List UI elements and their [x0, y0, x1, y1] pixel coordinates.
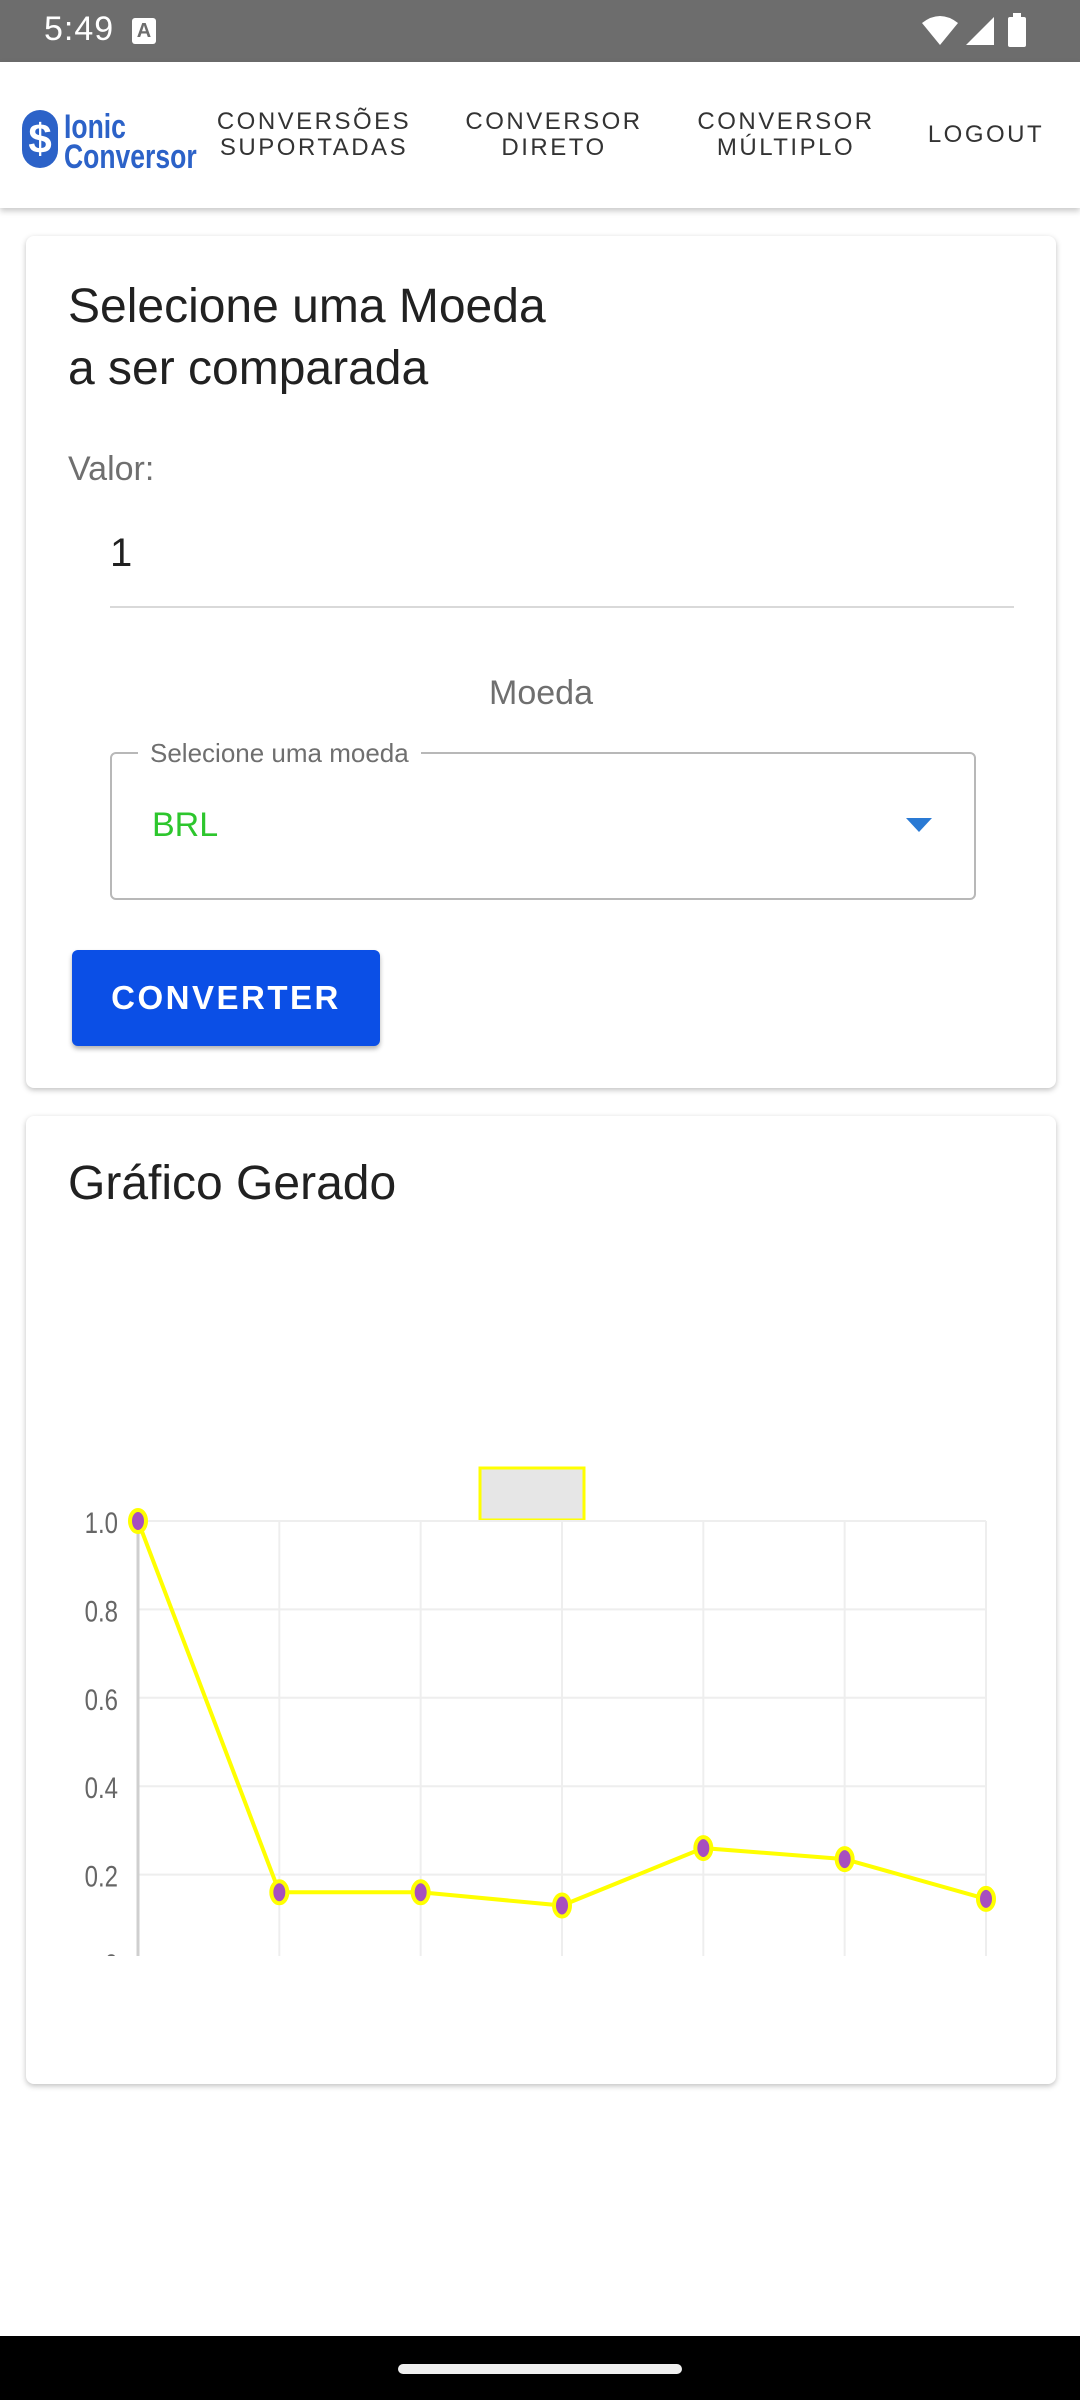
data-point-usd	[269, 1879, 290, 1906]
dollar-icon: $	[22, 110, 58, 168]
currency-form-card: Selecione uma Moeda a ser comparada Valo…	[26, 236, 1056, 1088]
legend-swatch	[478, 1466, 586, 1522]
status-time: 5:49	[44, 10, 115, 48]
data-point-cad	[834, 1846, 855, 1873]
data-point-aud	[693, 1835, 714, 1862]
data-point-chf	[976, 1885, 996, 1912]
line-chart: 00.20.40.60.81.0BRLUSDEURGBPAUDCADCHFVal…	[85, 1466, 996, 1956]
nav-logout[interactable]: LOGOUT	[912, 62, 1060, 208]
nav-conversor-multiplo[interactable]: CONVERSOR MÚLTIPLO	[680, 62, 892, 208]
logo-text-line2: Conversor	[64, 138, 197, 176]
system-navigation-bar	[0, 2336, 1080, 2400]
y-tick-label: 1.0	[85, 1505, 118, 1539]
valor-label: Valor:	[68, 450, 155, 488]
data-point-gbp	[552, 1892, 572, 1919]
signal-icon	[966, 17, 994, 45]
nav-conversoes-suportadas[interactable]: CONVERSÕES SUPORTADAS	[204, 62, 424, 208]
y-tick-label: 0.4	[85, 1771, 118, 1805]
y-tick-label: 0.2	[85, 1859, 118, 1893]
y-tick-label: 0	[105, 1947, 118, 1956]
select-value: BRL	[152, 806, 219, 844]
select-label: Selecione uma moeda	[138, 738, 421, 769]
y-tick-label: 0.6	[85, 1682, 118, 1716]
y-tick-label: 0.8	[85, 1594, 118, 1628]
wifi-icon	[922, 16, 958, 45]
moeda-label: Moeda	[489, 674, 593, 712]
form-title: Selecione uma Moeda a ser comparada	[68, 280, 546, 395]
system-icons	[920, 13, 1040, 49]
currency-select[interactable]: Selecione uma moeda BRL	[110, 738, 976, 900]
data-point-brl	[128, 1508, 148, 1534]
data-point-eur	[410, 1879, 431, 1906]
home-gesture-pill[interactable]	[398, 2364, 682, 2374]
dropdown-arrow-icon	[906, 818, 932, 832]
app-logo[interactable]: $ Ionic Conversor	[22, 104, 197, 176]
valor-input[interactable]: 1	[110, 526, 1014, 608]
notification-a-icon: A	[132, 18, 156, 44]
nav-conversor-direto[interactable]: CONVERSOR DIRETO	[448, 62, 660, 208]
chart-card: Gráfico Gerado 00.20.40.60.81.0BRLUSDEUR…	[26, 1116, 1056, 2084]
chart-section-title: Gráfico Gerado	[68, 1157, 397, 1210]
battery-icon	[1008, 13, 1026, 47]
status-bar: 5:49 A	[0, 0, 1080, 62]
converter-button[interactable]: CONVERTER	[72, 950, 380, 1046]
top-toolbar: $ Ionic Conversor CONVERSÕES SUPORTADAS …	[0, 62, 1080, 208]
